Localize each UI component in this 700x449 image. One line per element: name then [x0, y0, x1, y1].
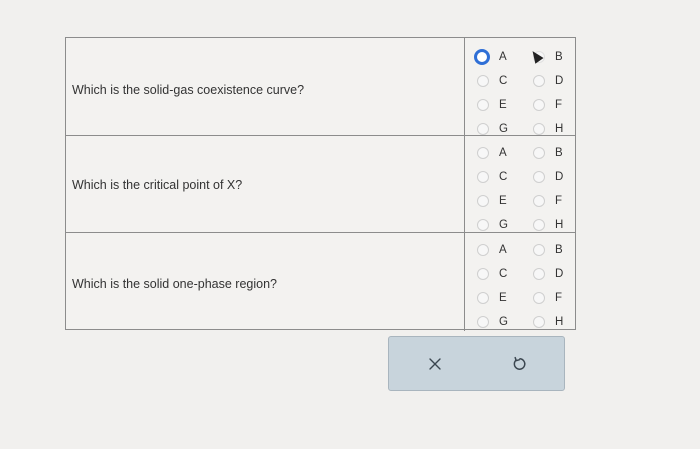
option-radio[interactable]: F	[533, 289, 583, 309]
undo-icon	[513, 356, 526, 370]
radio-button[interactable]	[533, 268, 545, 280]
option-label: F	[555, 292, 563, 304]
radio-button[interactable]	[533, 219, 545, 231]
option-radio[interactable]: C	[477, 265, 527, 285]
option-radio[interactable]: E	[477, 289, 527, 309]
answer-options: A B C D E F G H	[464, 136, 575, 232]
option-label: E	[499, 292, 507, 304]
option-label: G	[499, 219, 508, 231]
question-text: Which is the solid one-phase region?	[72, 277, 277, 291]
option-radio[interactable]: F	[533, 96, 583, 116]
radio-button[interactable]	[477, 123, 489, 135]
option-radio[interactable]: B	[528, 48, 583, 68]
radio-button[interactable]	[477, 268, 489, 280]
radio-button[interactable]	[533, 244, 545, 256]
option-label: C	[499, 75, 508, 87]
radio-button[interactable]	[477, 195, 489, 207]
question-row: Which is the critical point of X? A B C …	[66, 135, 575, 232]
question-row: Which is the solid-gas coexistence curve…	[66, 38, 575, 135]
radio-button[interactable]	[477, 75, 489, 87]
reset-answer-button[interactable]	[507, 351, 533, 377]
close-icon	[429, 358, 441, 370]
answer-options: A B C D E F G H	[464, 233, 575, 331]
matching-question-table: Which is the solid-gas coexistence curve…	[65, 37, 576, 331]
radio-button[interactable]	[533, 316, 545, 328]
option-label: A	[499, 51, 507, 63]
radio-button[interactable]	[477, 292, 489, 304]
option-radio[interactable]: D	[533, 72, 583, 92]
option-label: C	[499, 171, 508, 183]
radio-button[interactable]	[477, 316, 489, 328]
answer-options: A B C D E F G H	[464, 38, 575, 135]
question-text: Which is the critical point of X?	[72, 178, 243, 192]
radio-button[interactable]	[533, 292, 545, 304]
option-radio[interactable]: G	[477, 313, 527, 333]
radio-button[interactable]	[477, 171, 489, 183]
option-label: D	[555, 171, 564, 183]
option-label: H	[555, 219, 564, 231]
option-label: H	[555, 123, 564, 135]
radio-button-selected-focus[interactable]	[474, 49, 490, 65]
option-label: E	[499, 195, 507, 207]
option-radio[interactable]: A	[477, 241, 527, 261]
clear-answer-button[interactable]	[422, 351, 448, 377]
radio-button[interactable]	[533, 99, 545, 111]
option-radio[interactable]: F	[533, 192, 583, 212]
option-label: B	[555, 147, 563, 159]
option-label: A	[499, 244, 507, 256]
radio-button[interactable]	[533, 171, 545, 183]
radio-button[interactable]	[477, 99, 489, 111]
radio-button[interactable]	[533, 195, 545, 207]
option-radio[interactable]: A	[477, 144, 527, 164]
option-radio[interactable]: C	[477, 72, 527, 92]
option-radio[interactable]: D	[533, 265, 583, 285]
option-radio[interactable]: E	[477, 192, 527, 212]
option-radio[interactable]: H	[533, 313, 583, 333]
option-radio[interactable]: D	[533, 168, 583, 188]
answer-toolbar	[388, 336, 565, 391]
option-label: C	[499, 268, 508, 280]
option-label: E	[499, 99, 507, 111]
option-radio[interactable]: A	[474, 48, 527, 68]
radio-button[interactable]	[533, 147, 545, 159]
option-radio[interactable]: B	[533, 144, 583, 164]
option-label: F	[555, 195, 563, 207]
radio-button[interactable]	[533, 75, 545, 87]
option-label: D	[555, 268, 564, 280]
option-label: B	[555, 244, 563, 256]
option-label: A	[499, 147, 507, 159]
option-label: B	[555, 51, 563, 63]
radio-button[interactable]	[533, 123, 545, 135]
option-label: F	[555, 99, 563, 111]
option-label: H	[555, 316, 564, 328]
option-label: D	[555, 75, 564, 87]
option-radio[interactable]: E	[477, 96, 527, 116]
radio-button[interactable]	[477, 147, 489, 159]
option-radio[interactable]: B	[533, 241, 583, 261]
option-label: G	[499, 316, 508, 328]
option-radio[interactable]: C	[477, 168, 527, 188]
question-row: Which is the solid one-phase region? A B…	[66, 232, 575, 331]
question-text: Which is the solid-gas coexistence curve…	[72, 83, 305, 97]
option-label: G	[499, 123, 508, 135]
radio-button[interactable]	[477, 244, 489, 256]
radio-button[interactable]	[477, 219, 489, 231]
